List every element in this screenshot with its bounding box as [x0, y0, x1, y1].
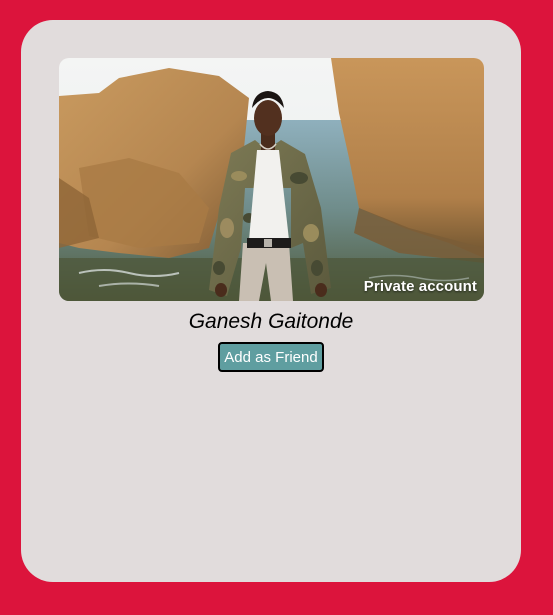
private-account-badge: Private account	[363, 278, 477, 295]
profile-card: Private account Ganesh Gaitonde Add as F…	[21, 20, 521, 582]
profile-photo: Private account	[59, 58, 484, 301]
profile-photo-image	[59, 58, 484, 301]
profile-name: Ganesh Gaitonde	[188, 310, 354, 333]
add-friend-button[interactable]: Add as Friend	[218, 342, 324, 372]
